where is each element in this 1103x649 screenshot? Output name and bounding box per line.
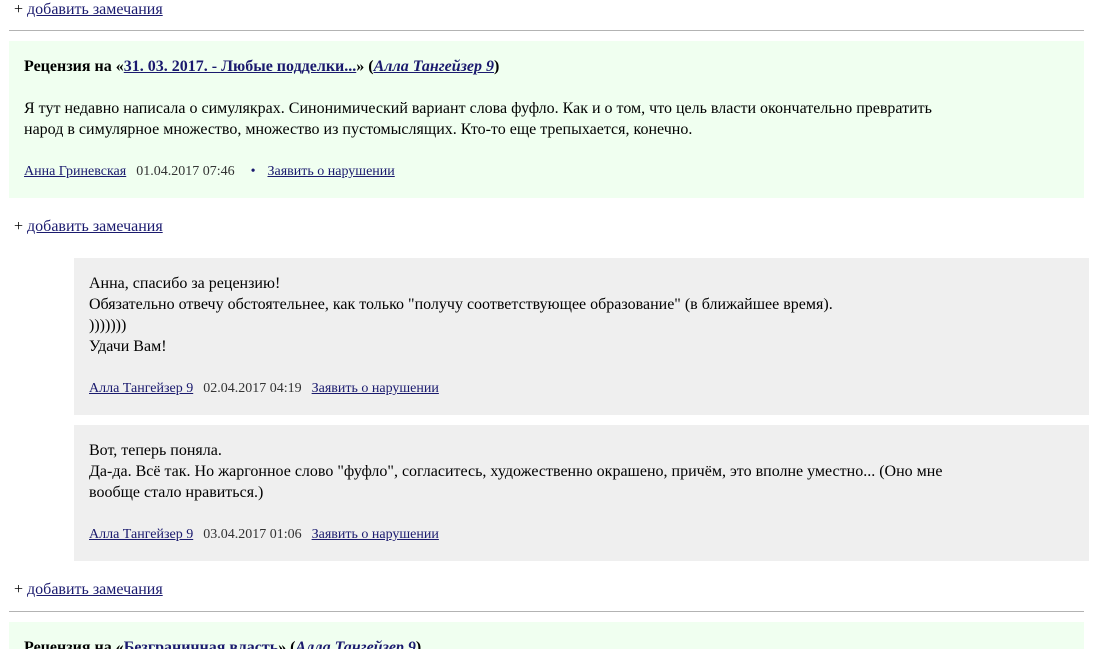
reply-block: Анна, спасибо за рецензию! Обязательно о…	[74, 258, 1089, 415]
divider	[9, 611, 1084, 612]
add-remark-row: + добавить замечания	[14, 0, 163, 20]
review-block: Рецензия на «Безграничная власть» (Алла …	[9, 622, 1084, 649]
add-remark-link[interactable]: добавить замечания	[27, 581, 163, 598]
review-meta: Анна Гриневская 01.04.2017 07:46 • Заявить …	[24, 163, 395, 181]
reply-block: Вот, теперь поняла. Да-да. Всё так. Но ж…	[74, 425, 1089, 561]
add-remark-row: + добавить замечания	[14, 581, 163, 598]
reply-date: 03.04.2017 01:06	[203, 527, 302, 542]
review-title: Рецензия на «Безграничная власть» (Алла …	[24, 638, 421, 649]
review-date: 01.04.2017 07:46	[136, 164, 235, 179]
add-remark-link[interactable]: добавить замечания	[27, 1, 163, 18]
plus-sign: +	[14, 1, 24, 18]
divider	[9, 30, 1084, 31]
review-author-link[interactable]: Алла Тангейзер 9	[374, 58, 494, 75]
review-work-link[interactable]: Безграничная власть	[124, 639, 278, 649]
review-author-link[interactable]: Алла Тангейзер 9	[296, 639, 416, 649]
reply-text: Анна, спасибо за рецензию! Обязательно о…	[89, 275, 833, 355]
reply-meta: Алла Тангейзер 9 03.04.2017 01:06 Заявить …	[89, 526, 439, 544]
report-link[interactable]: Заявить о нарушении	[312, 381, 439, 396]
reviewer-link[interactable]: Анна Гриневская	[24, 164, 126, 179]
review-block: Рецензия на «31. 03. 2017. - Любые подде…	[9, 41, 1084, 198]
add-remark-link[interactable]: добавить замечания	[27, 218, 163, 235]
reply-meta: Алла Тангейзер 9 02.04.2017 04:19 Заявить …	[89, 380, 439, 398]
review-work-link[interactable]: 31. 03. 2017. - Любые подделки...	[124, 58, 357, 75]
reply-text: Вот, теперь поняла. Да-да. Всё так. Но ж…	[89, 442, 943, 501]
review-title: Рецензия на «31. 03. 2017. - Любые подде…	[24, 58, 500, 75]
separator-dot: •	[250, 164, 256, 179]
reply-author-link[interactable]: Алла Тангейзер 9	[89, 381, 193, 396]
review-text: Я тут недавно написала о симулякрах. Син…	[24, 100, 932, 138]
add-remark-row: + добавить замечания	[14, 218, 163, 235]
reply-date: 02.04.2017 04:19	[203, 381, 302, 396]
report-link[interactable]: Заявить о нарушении	[268, 164, 395, 179]
reply-author-link[interactable]: Алла Тангейзер 9	[89, 527, 193, 542]
report-link[interactable]: Заявить о нарушении	[312, 527, 439, 542]
